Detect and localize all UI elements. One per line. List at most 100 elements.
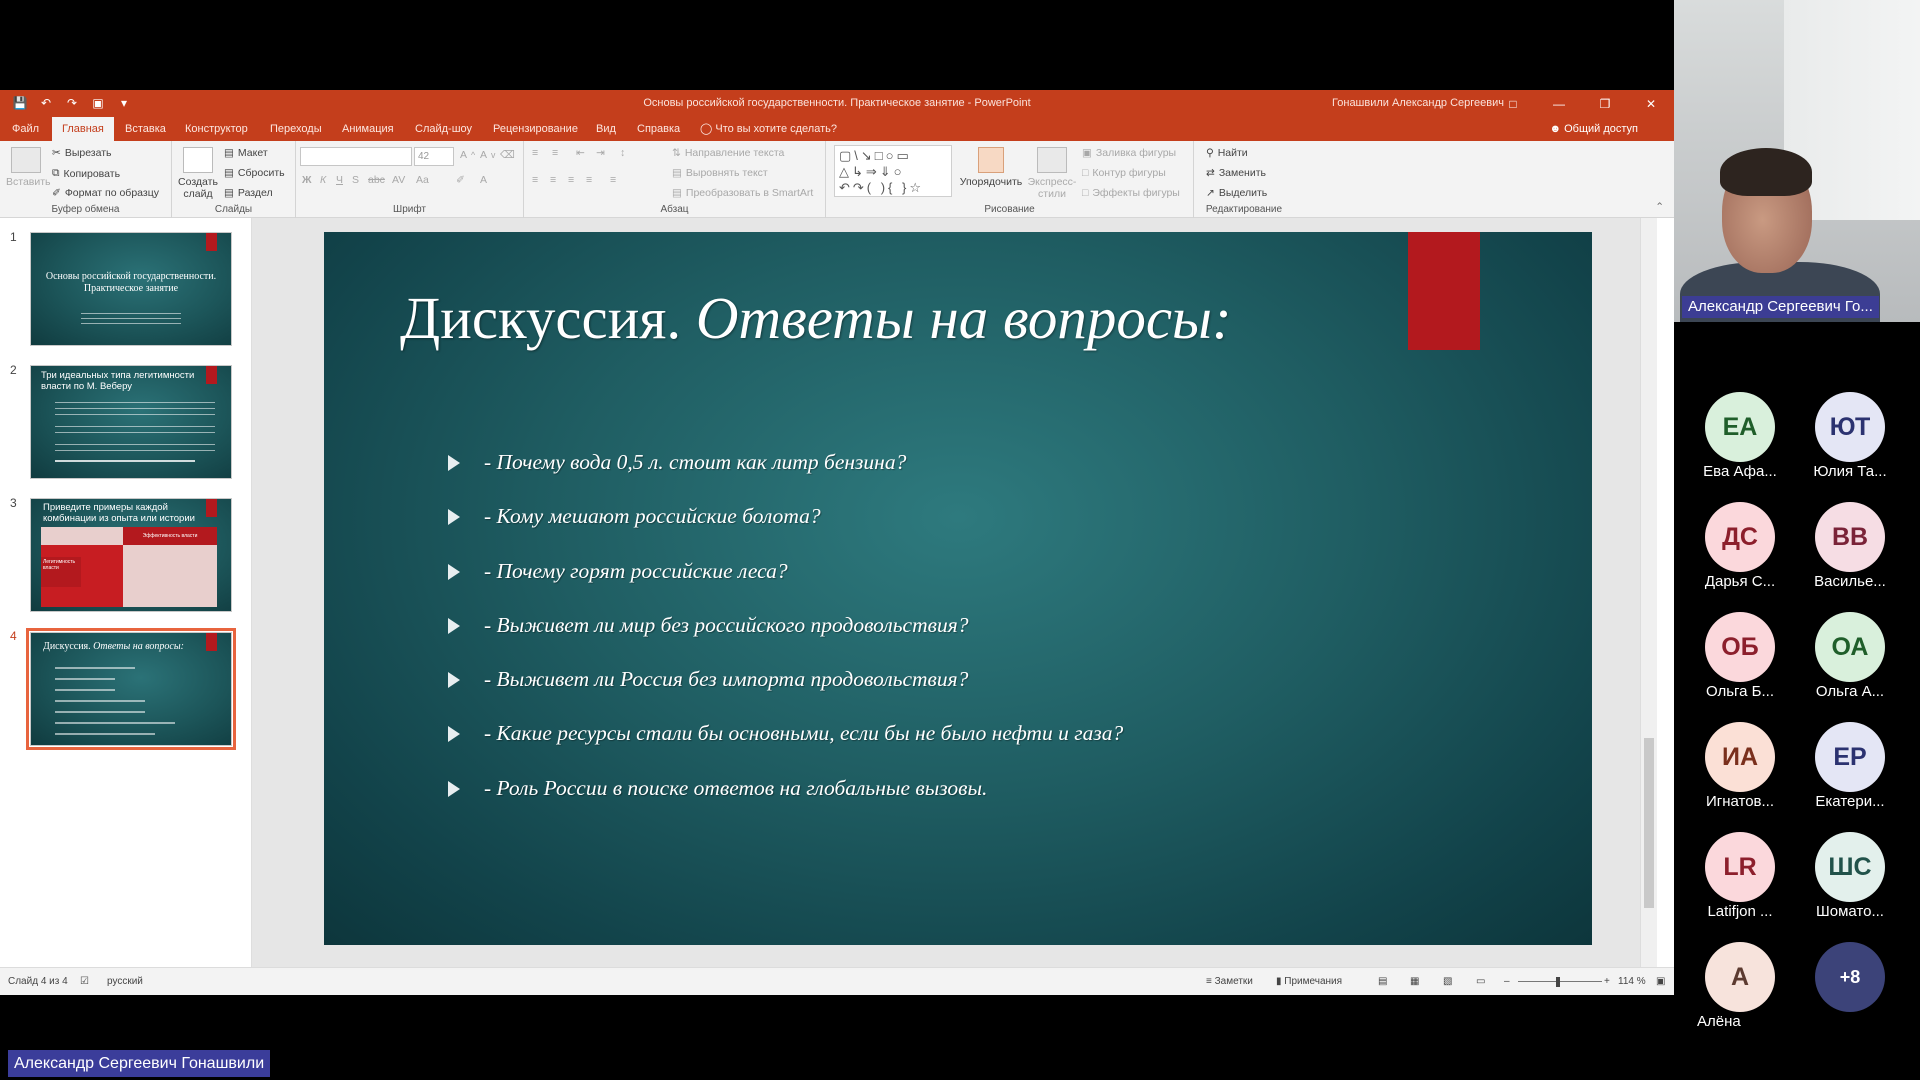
zoom-level[interactable]: 114 %: [1618, 976, 1646, 987]
zoom-in-icon[interactable]: +: [1604, 976, 1610, 987]
participant-tile[interactable]: LR Latifjon ...: [1685, 832, 1795, 920]
participant-tile[interactable]: ЮТ Юлия Та...: [1795, 392, 1905, 480]
tab-view[interactable]: Вид: [586, 117, 626, 141]
customize-qat-icon[interactable]: ▾: [116, 95, 132, 111]
participant-tile[interactable]: ОА Ольга А...: [1795, 612, 1905, 700]
tab-animations[interactable]: Анимация: [332, 117, 404, 141]
columns-icon[interactable]: ≡: [610, 174, 616, 186]
maximize-icon[interactable]: ❐: [1582, 90, 1628, 117]
participant-tile[interactable]: ДС Дарья С...: [1685, 502, 1795, 590]
reset-button[interactable]: ▤ Сбросить: [224, 167, 285, 179]
text-direction-button[interactable]: ⇅ Направление текста: [672, 147, 784, 159]
shadow-icon[interactable]: S: [352, 174, 359, 186]
scrollbar-thumb[interactable]: [1644, 738, 1654, 908]
slide-thumbnail-3[interactable]: Приведите примеры каждой комбинации из о…: [30, 498, 232, 612]
tab-slideshow[interactable]: Слайд-шоу: [405, 117, 482, 141]
smartart-button[interactable]: ▤ Преобразовать в SmartArt: [672, 187, 813, 199]
tab-transitions[interactable]: Переходы: [260, 117, 332, 141]
spacing-icon[interactable]: AV: [392, 174, 405, 186]
close-icon[interactable]: ✕: [1628, 90, 1674, 117]
decrease-indent-icon[interactable]: ⇤: [576, 147, 585, 159]
shrink-font-icon[interactable]: Av: [480, 149, 495, 161]
font-color-icon[interactable]: A: [480, 174, 487, 186]
slide-thumbnail-1[interactable]: Основы российской государственности. Пра…: [30, 232, 232, 346]
replace-button[interactable]: ⇄ Заменить: [1206, 167, 1266, 179]
zoom-slider-thumb[interactable]: [1556, 977, 1560, 987]
participant-tile[interactable]: ШС Шомато...: [1795, 832, 1905, 920]
quick-styles-button[interactable]: Экспресс-стили: [1024, 147, 1080, 200]
zoom-slider[interactable]: [1518, 981, 1602, 982]
spellcheck-icon[interactable]: ☑: [80, 976, 89, 987]
undo-icon[interactable]: ↶: [38, 95, 54, 111]
redo-icon[interactable]: ↷: [64, 95, 80, 111]
arrange-button[interactable]: Упорядочить: [956, 147, 1026, 188]
shape-fill-button[interactable]: ▣ Заливка фигуры: [1082, 147, 1176, 159]
zoom-out-icon[interactable]: –: [1504, 976, 1510, 987]
shape-outline-button[interactable]: □ Контур фигуры: [1082, 167, 1166, 179]
comments-button[interactable]: ▮ Примечания: [1276, 976, 1342, 987]
sorter-view-icon[interactable]: ▦: [1410, 976, 1419, 987]
align-text-button[interactable]: ▤ Выровнять текст: [672, 167, 768, 179]
new-slide-button[interactable]: Создать слайд: [176, 147, 220, 200]
participant-tile[interactable]: А Алёна: [1685, 942, 1795, 1030]
reading-view-icon[interactable]: ▧: [1443, 976, 1452, 987]
slideshow-view-icon[interactable]: ▭: [1476, 976, 1485, 987]
tab-insert[interactable]: Вставка: [115, 117, 176, 141]
ribbon-display-icon[interactable]: □: [1490, 90, 1536, 117]
paste-button[interactable]: Вставить: [6, 147, 51, 188]
participant-tile[interactable]: ВВ Василье...: [1795, 502, 1905, 590]
cut-button[interactable]: ✂ Вырезать: [52, 147, 112, 159]
find-button[interactable]: ⚲ Найти: [1206, 147, 1248, 159]
tab-review[interactable]: Рецензирование: [483, 117, 588, 141]
shape-effects-button[interactable]: □ Эффекты фигуры: [1082, 187, 1180, 199]
font-size-box[interactable]: 42: [414, 147, 454, 166]
align-center-icon[interactable]: ≡: [550, 174, 556, 186]
current-slide[interactable]: Дискуссия. Ответы на вопросы: - Почему в…: [324, 232, 1592, 945]
slide-title[interactable]: Дискуссия. Ответы на вопросы:: [400, 284, 1232, 353]
underline-icon[interactable]: Ч: [336, 174, 343, 186]
align-right-icon[interactable]: ≡: [568, 174, 574, 186]
copy-button[interactable]: ⧉ Копировать: [52, 167, 120, 180]
change-case-icon[interactable]: Aa: [416, 174, 429, 186]
more-participants-button[interactable]: +8: [1795, 942, 1905, 1012]
strikethrough-icon[interactable]: abc: [368, 174, 385, 186]
tab-home[interactable]: Главная: [52, 117, 114, 141]
bullets-icon[interactable]: ≡: [532, 147, 538, 159]
collapse-ribbon-icon[interactable]: ⌃: [1655, 201, 1664, 213]
justify-icon[interactable]: ≡: [586, 174, 592, 186]
section-button[interactable]: ▤ Раздел: [224, 187, 273, 199]
start-slideshow-icon[interactable]: ▣: [90, 95, 106, 111]
format-painter-button[interactable]: ✐ Формат по образцу: [52, 187, 159, 199]
share-button[interactable]: ☻ Общий доступ: [1549, 117, 1638, 141]
minimize-icon[interactable]: —: [1536, 90, 1582, 117]
participant-tile[interactable]: ЕР Екатери...: [1795, 722, 1905, 810]
grow-font-icon[interactable]: A ^: [460, 149, 475, 161]
line-spacing-icon[interactable]: ↕: [620, 147, 625, 159]
notes-button[interactable]: ≡ Заметки: [1206, 976, 1253, 987]
align-left-icon[interactable]: ≡: [532, 174, 538, 186]
slide-bullet-list[interactable]: - Почему вода 0,5 л. стоит как литр бенз…: [448, 450, 1123, 830]
highlight-icon[interactable]: ✐: [456, 174, 465, 186]
speaker-video[interactable]: Александр Сергеевич Го...: [1674, 0, 1920, 322]
normal-view-icon[interactable]: ▤: [1378, 976, 1387, 987]
language-indicator[interactable]: русский: [107, 976, 143, 987]
bold-icon[interactable]: Ж: [302, 174, 312, 186]
shapes-gallery[interactable]: ▢\↘□○▭ △↳⇒⇓○ ↶↷( ){ }☆: [834, 145, 952, 197]
tell-me-search[interactable]: ◯ Что вы хотите сделать?: [690, 117, 847, 141]
layout-button[interactable]: ▤ Макет: [224, 147, 268, 159]
participant-tile[interactable]: ИА Игнатов...: [1685, 722, 1795, 810]
select-button[interactable]: ↗ Выделить: [1206, 187, 1267, 199]
numbering-icon[interactable]: ≡: [552, 147, 558, 159]
tab-file[interactable]: Файл: [2, 117, 49, 141]
slide-thumbnail-4[interactable]: Дискуссия. Ответы на вопросы:: [26, 628, 236, 750]
vertical-scrollbar[interactable]: [1640, 218, 1657, 967]
fit-slide-icon[interactable]: ▣: [1656, 976, 1665, 987]
participant-tile[interactable]: ОБ Ольга Б...: [1685, 612, 1795, 700]
save-icon[interactable]: 💾: [12, 95, 28, 111]
font-name-box[interactable]: [300, 147, 412, 166]
slide-thumbnail-2[interactable]: Три идеальных типа легитимности власти п…: [30, 365, 232, 479]
clear-format-icon[interactable]: ⌫: [500, 149, 515, 161]
tab-design[interactable]: Конструктор: [175, 117, 258, 141]
participant-tile[interactable]: ЕА Ева Афа...: [1685, 392, 1795, 480]
italic-icon[interactable]: К: [320, 174, 326, 186]
